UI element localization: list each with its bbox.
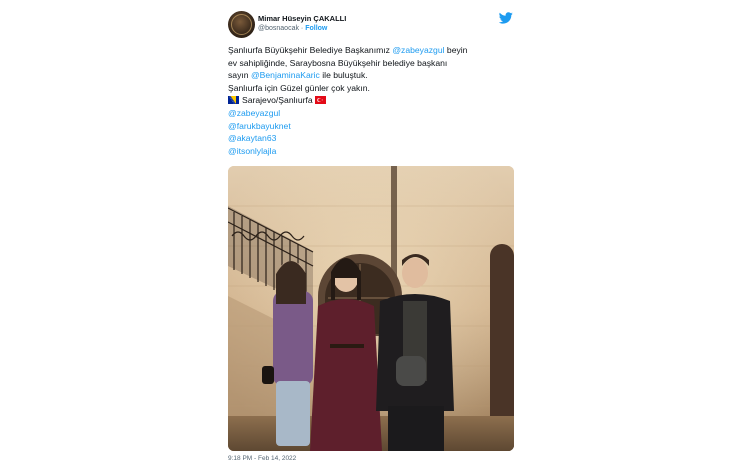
tweet-line: Şanlıurfa Büyükşehir Belediye Başkanımız… <box>228 44 520 57</box>
avatar[interactable] <box>228 11 255 38</box>
mention-link[interactable]: @itsonlylajla <box>228 146 276 156</box>
bosnia-flag-icon <box>228 95 239 105</box>
turkey-flag-icon <box>315 95 327 105</box>
tweet-text-segment: ile buluştuk. <box>319 70 368 81</box>
tweet-timestamp[interactable]: 9:18 PM - Feb 14, 2022 <box>228 455 296 462</box>
mention-link[interactable]: @zabeyazgul <box>228 108 280 118</box>
tweet-line: @itsonlylajla <box>228 145 520 158</box>
tweet-text-segment: sayın <box>228 70 251 81</box>
tweet-line: @zabeyazgul <box>228 107 520 120</box>
tweet-photo[interactable] <box>228 166 514 451</box>
tweet-text-segment: beyin <box>444 45 468 55</box>
author-display-name[interactable]: Mimar Hüseyin ÇAKALLI <box>258 14 346 23</box>
mention-link[interactable]: @zabeyazgul <box>392 45 444 55</box>
mention-link[interactable]: @akaytan63 <box>228 133 276 143</box>
tweet-text-segment: Şanlıurfa Büyükşehir Belediye Başkanımız <box>228 45 393 55</box>
tweet-line: Sarajevo/Şanlıurfa <box>228 94 520 107</box>
tweet-text-segment: Şanlıurfa için Güzel günler çok yakın. <box>228 82 370 93</box>
tweet-line: sayın @BenjaminaKaric ile buluştuk. <box>228 69 520 82</box>
tweet-line: Şanlıurfa için Güzel günler çok yakın. <box>228 82 520 95</box>
follow-link[interactable]: Follow <box>305 25 327 32</box>
author-handle-row: @bosnaocak · Follow <box>258 25 327 32</box>
mention-link[interactable]: @farukbayuknet <box>228 121 291 131</box>
tweet-line: @farukbayuknet <box>228 120 520 133</box>
tweet-card: Mimar Hüseyin ÇAKALLI @bosnaocak · Follo… <box>218 0 526 470</box>
twitter-bird-icon[interactable] <box>499 12 513 24</box>
tweet-text: Şanlıurfa Büyükşehir Belediye Başkanımız… <box>228 44 520 157</box>
tweet-line: @akaytan63 <box>228 132 520 145</box>
tweet-text-segment: Sarajevo/Şanlıurfa <box>242 95 316 106</box>
mention-link[interactable]: @BenjaminaKaric <box>251 70 320 80</box>
tweet-text-segment: ev sahipliğinde, Saraybosna Büyükşehir b… <box>228 57 448 68</box>
photo-scene <box>228 166 514 451</box>
tweet-line: ev sahipliğinde, Saraybosna Büyükşehir b… <box>228 57 520 70</box>
author-handle[interactable]: @bosnaocak <box>258 25 299 32</box>
